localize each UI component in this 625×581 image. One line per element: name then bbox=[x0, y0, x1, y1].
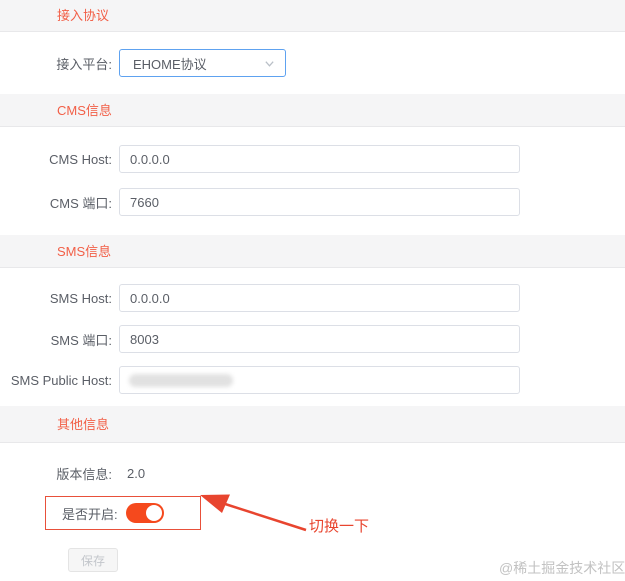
cms-host-input[interactable] bbox=[119, 145, 520, 173]
cms-port-label: CMS 端口: bbox=[49, 195, 112, 211]
sms-public-host-input[interactable] bbox=[119, 366, 520, 394]
sms-host-label: SMS Host: bbox=[49, 290, 112, 306]
section-title-cms: CMS信息 bbox=[57, 103, 112, 118]
version-row: 版本信息: 2.0 bbox=[0, 464, 625, 483]
platform-select-value: EHOME协议 bbox=[133, 56, 207, 72]
annotation-text: 切换一下 bbox=[309, 518, 370, 535]
sms-port-label: SMS 端口: bbox=[50, 332, 112, 348]
section-header-other: 其他信息 bbox=[0, 406, 625, 443]
sms-port-row: SMS 端口: bbox=[0, 325, 625, 353]
section-header-sms: SMS信息 bbox=[0, 235, 625, 268]
sms-public-host-label: SMS Public Host: bbox=[10, 372, 112, 388]
cms-port-input[interactable] bbox=[119, 188, 520, 216]
enable-toggle-label: 是否开启: bbox=[62, 506, 118, 522]
toggle-highlight-box: 是否开启: bbox=[45, 496, 201, 530]
save-button[interactable]: 保存 bbox=[68, 548, 118, 572]
cms-host-label: CMS Host: bbox=[49, 151, 112, 167]
sms-host-input[interactable] bbox=[119, 284, 520, 312]
cms-host-row: CMS Host: bbox=[0, 145, 625, 173]
section-header-protocol: 接入协议 bbox=[0, 0, 625, 32]
platform-select[interactable]: EHOME协议 bbox=[119, 49, 286, 77]
platform-row: 接入平台: EHOME协议 bbox=[0, 49, 625, 77]
sms-public-host-wrap bbox=[119, 366, 520, 394]
section-title-protocol: 接入协议 bbox=[57, 8, 110, 23]
enable-toggle[interactable] bbox=[125, 503, 164, 523]
sms-port-input[interactable] bbox=[119, 325, 520, 353]
version-value: 2.0 bbox=[127, 466, 146, 481]
sms-host-row: SMS Host: bbox=[0, 284, 625, 312]
version-label: 版本信息: bbox=[56, 467, 112, 482]
watermark: @稀土掘金技术社区 bbox=[499, 560, 625, 576]
chevron-down-icon bbox=[265, 60, 274, 67]
platform-label: 接入平台: bbox=[56, 56, 112, 72]
settings-page: 接入协议 接入平台: EHOME协议 CMS信息 CMS Host: CMS 端… bbox=[0, 0, 625, 576]
sms-public-host-row: SMS Public Host: bbox=[0, 366, 625, 394]
cms-port-row: CMS 端口: bbox=[0, 188, 625, 216]
section-title-other: 其他信息 bbox=[57, 417, 110, 432]
annotation-arrow-icon bbox=[200, 494, 307, 532]
toggle-knob bbox=[145, 505, 162, 521]
section-header-cms: CMS信息 bbox=[0, 94, 625, 127]
section-title-sms: SMS信息 bbox=[57, 244, 112, 259]
